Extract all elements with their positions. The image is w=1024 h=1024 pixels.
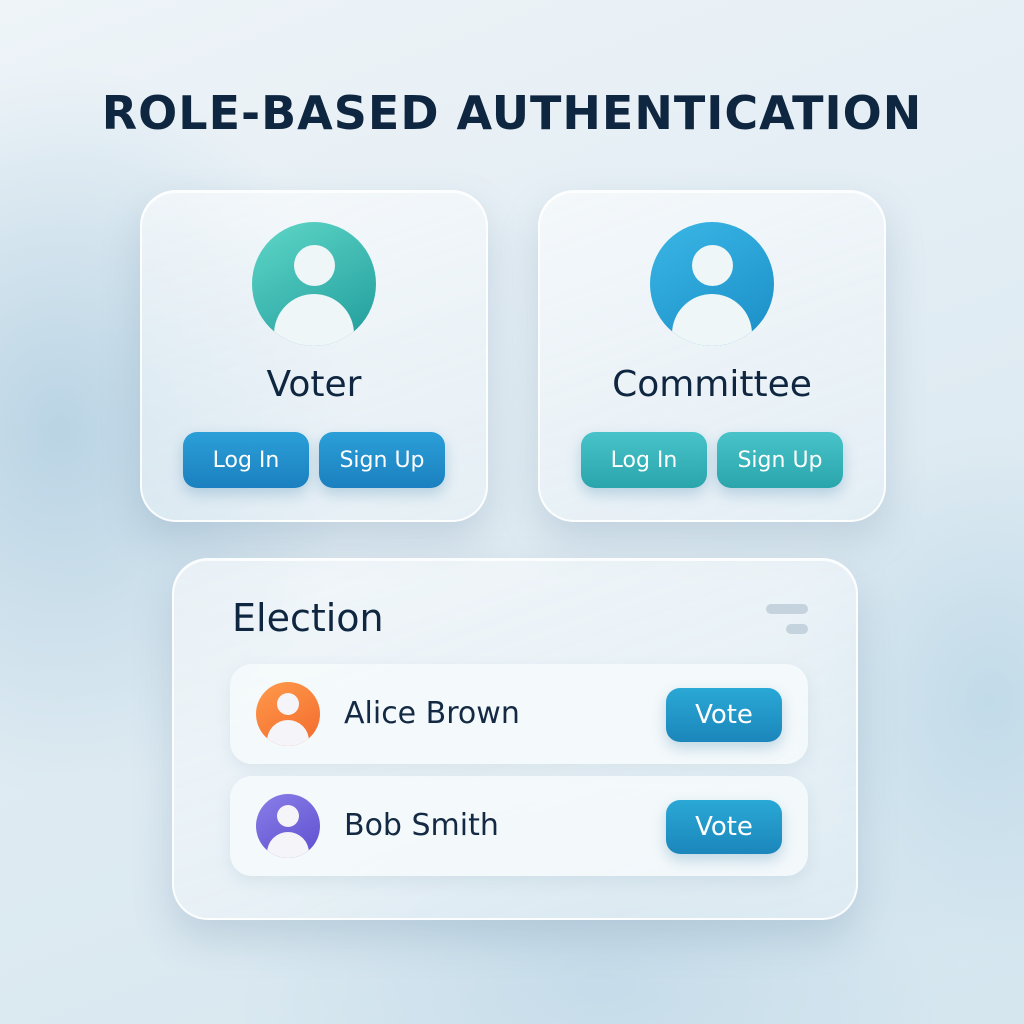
candidate-name: Alice Brown xyxy=(344,696,520,731)
election-title: Election xyxy=(232,596,384,640)
alice-avatar-icon xyxy=(256,682,320,746)
committee-role-card: Committee Log In Sign Up xyxy=(538,190,886,522)
voter-role-name: Voter xyxy=(266,364,362,405)
voter-login-button[interactable]: Log In xyxy=(183,432,309,488)
committee-avatar-icon xyxy=(650,222,774,346)
candidate-name: Bob Smith xyxy=(344,808,499,843)
candidate-row: Bob Smith Vote xyxy=(230,776,808,876)
election-panel: Election Alice Brown Vote Bob Smith Vote xyxy=(172,558,858,920)
bob-avatar-icon xyxy=(256,794,320,858)
vote-button-bob[interactable]: Vote xyxy=(666,800,782,854)
vote-button-alice[interactable]: Vote xyxy=(666,688,782,742)
voter-role-card: Voter Log In Sign Up xyxy=(140,190,488,522)
voter-signup-button[interactable]: Sign Up xyxy=(319,432,445,488)
voter-avatar-icon xyxy=(252,222,376,346)
candidate-row: Alice Brown Vote xyxy=(230,664,808,764)
committee-signup-button[interactable]: Sign Up xyxy=(717,432,843,488)
menu-icon[interactable] xyxy=(764,604,808,634)
committee-login-button[interactable]: Log In xyxy=(581,432,707,488)
page-title: ROLE-BASED AUTHENTICATION xyxy=(101,86,923,140)
committee-role-name: Committee xyxy=(612,364,812,405)
